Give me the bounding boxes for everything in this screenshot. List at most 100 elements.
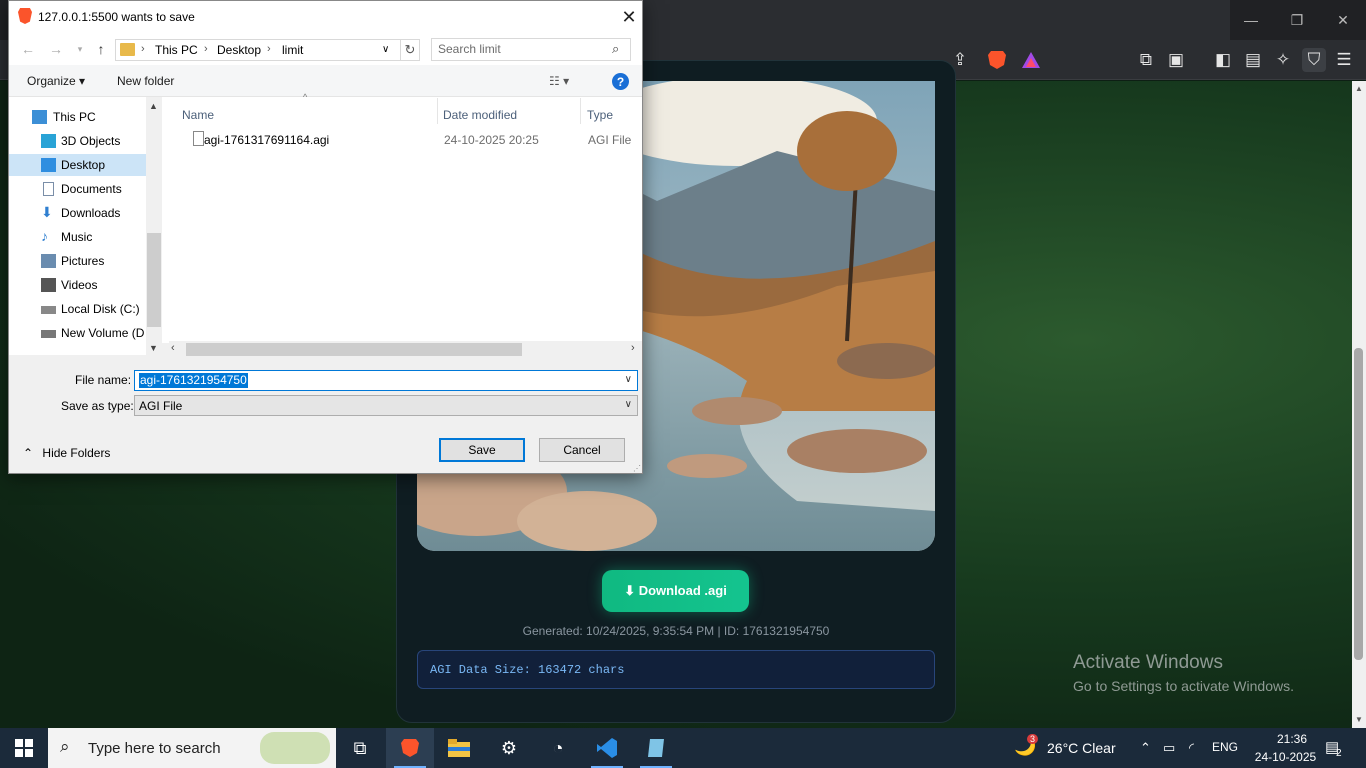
column-header-type[interactable]: Type xyxy=(587,108,613,122)
nav-item-downloads[interactable]: ⬇ Downloads xyxy=(9,202,146,224)
search-icon[interactable]: ⌕ xyxy=(612,41,619,57)
dialog-close-icon[interactable]: ✕ xyxy=(617,5,641,29)
save-as-type-value: AGI File xyxy=(139,399,183,413)
search-icon: ⌕ xyxy=(60,737,70,756)
menu-icon[interactable]: ☰ xyxy=(1332,48,1356,72)
search-box[interactable]: ⌕ xyxy=(431,38,631,61)
address-bar[interactable]: › This PC › Desktop › limit ∨ xyxy=(115,39,402,61)
file-name-label: File name: xyxy=(75,373,132,387)
sidebar-icon[interactable]: ◧ xyxy=(1211,48,1235,72)
nav-item-3d-objects[interactable]: 3D Objects xyxy=(9,130,146,152)
clock-app-icon[interactable]: ◔ xyxy=(534,728,582,768)
wallet-icon[interactable]: ▤ xyxy=(1241,48,1265,72)
save-button[interactable]: Save xyxy=(439,438,525,462)
brave-logo-icon xyxy=(18,8,32,24)
up-arrow-icon[interactable]: ↑ xyxy=(92,40,110,58)
notepad-app-icon[interactable] xyxy=(632,728,680,768)
nav-pane-scrollbar-thumb[interactable] xyxy=(147,233,161,327)
desktop-icon xyxy=(41,158,56,172)
resize-grip-icon[interactable]: ⋰ xyxy=(633,464,641,473)
download-arrow-icon: ⬇ xyxy=(41,204,53,220)
download-agi-button[interactable]: ⬇ Download .agi xyxy=(602,570,749,612)
nav-item-label: Desktop xyxy=(61,158,106,172)
column-divider[interactable] xyxy=(437,98,438,124)
watermark-subtitle: Go to Settings to activate Windows. xyxy=(1073,678,1294,694)
cube-icon xyxy=(41,134,56,148)
taskbar-brave-icon[interactable] xyxy=(386,728,434,768)
file-name-field[interactable]: agi-1761321954750 ∨ xyxy=(134,370,638,391)
settings-gear-icon[interactable]: ⚙ xyxy=(485,728,533,768)
nav-item-music[interactable]: ♪ Music xyxy=(9,226,146,248)
column-header-name[interactable]: Name xyxy=(182,108,214,122)
taskbar-search-box[interactable]: ⌕ Type here to search xyxy=(48,728,336,768)
page-scrollbar-thumb[interactable] xyxy=(1354,348,1363,660)
close-window-button[interactable]: ✕ xyxy=(1320,0,1366,40)
extensions-icon[interactable]: ⧉ xyxy=(1134,48,1158,72)
nav-item-desktop[interactable]: Desktop xyxy=(9,154,146,176)
nav-item-videos[interactable]: Videos xyxy=(9,274,146,296)
command-bar: Organize ▾ New folder ☷ ▾ xyxy=(9,65,642,97)
file-explorer-icon[interactable] xyxy=(435,728,483,768)
new-folder-button[interactable]: New folder xyxy=(117,74,174,88)
column-divider[interactable] xyxy=(580,98,581,124)
hide-folders-toggle[interactable]: ⌃ Hide Folders xyxy=(23,446,110,460)
nav-item-pictures[interactable]: Pictures xyxy=(9,250,146,272)
wifi-icon[interactable]: ◜ xyxy=(1189,740,1194,756)
address-dropdown-chevron-icon[interactable]: ∨ xyxy=(382,44,389,55)
nav-item-label: New Volume (D: xyxy=(61,326,145,340)
column-header-date[interactable]: Date modified xyxy=(443,108,517,122)
breadcrumb-this-pc[interactable]: This PC xyxy=(155,43,198,57)
nav-scroll-up-icon[interactable]: ▲ xyxy=(149,101,158,111)
weather-text[interactable]: 26°C Clear xyxy=(1047,740,1116,756)
save-as-type-chevron-icon[interactable]: ∨ xyxy=(625,399,632,410)
nav-item-new-volume[interactable]: New Volume (D: xyxy=(9,322,146,344)
nav-scroll-down-icon[interactable]: ▼ xyxy=(149,343,158,353)
reader-mode-icon[interactable]: ▣ xyxy=(1164,48,1188,72)
scroll-right-icon[interactable]: › xyxy=(631,342,635,354)
file-row[interactable]: agi-1761317691164.agi 24-10-2025 20:25 A… xyxy=(183,129,642,151)
nav-item-label: Local Disk (C:) xyxy=(61,302,140,316)
forward-arrow-icon[interactable]: → xyxy=(47,40,65,58)
file-list-hscrollbar-thumb[interactable] xyxy=(186,343,522,356)
brave-shields-icon[interactable] xyxy=(985,48,1009,72)
recent-locations-chevron-icon[interactable]: ▾ xyxy=(71,40,89,58)
file-name-dropdown-chevron-icon[interactable]: ∨ xyxy=(625,374,632,385)
view-options-icon[interactable]: ☷ ▾ xyxy=(549,74,569,88)
clock-date[interactable]: 24-10-2025 xyxy=(1248,750,1323,764)
vpn-icon[interactable]: ⛉ xyxy=(1302,48,1326,72)
breadcrumb-desktop[interactable]: Desktop xyxy=(217,43,261,57)
back-arrow-icon[interactable]: ← xyxy=(19,40,37,58)
restore-button[interactable]: ❐ xyxy=(1274,0,1320,40)
music-note-icon: ♪ xyxy=(41,228,48,244)
nav-item-local-disk[interactable]: Local Disk (C:) xyxy=(9,298,146,320)
minimize-button[interactable]: — xyxy=(1228,0,1274,40)
activate-windows-watermark: Activate Windows Go to Settings to activ… xyxy=(1073,652,1294,694)
battery-icon[interactable]: ▭ xyxy=(1163,740,1175,756)
search-highlight-illustration xyxy=(260,732,330,764)
scroll-left-icon[interactable]: ‹ xyxy=(171,342,175,354)
leo-ai-icon[interactable]: ✧ xyxy=(1271,48,1295,72)
browser-tab[interactable] xyxy=(640,0,1230,40)
breadcrumb-limit[interactable]: limit xyxy=(282,43,303,57)
file-name-value[interactable]: agi-1761321954750 xyxy=(139,373,248,388)
help-icon[interactable]: ? xyxy=(612,73,629,90)
brave-rewards-icon[interactable] xyxy=(1019,48,1043,72)
save-as-type-label: Save as type: xyxy=(61,399,134,413)
start-windows-icon[interactable] xyxy=(0,728,48,768)
clock-time[interactable]: 21:36 xyxy=(1262,732,1322,746)
save-as-type-select[interactable]: AGI File ∨ xyxy=(134,395,638,416)
task-view-icon[interactable]: ⧉ xyxy=(336,728,384,768)
agi-data-size: AGI Data Size: 163472 chars xyxy=(417,650,935,689)
scroll-down-arrow-icon[interactable]: ▼ xyxy=(1352,712,1366,726)
cancel-button[interactable]: Cancel xyxy=(539,438,625,462)
nav-item-this-pc[interactable]: This PC xyxy=(9,106,146,128)
vscode-icon[interactable] xyxy=(583,728,631,768)
refresh-icon[interactable]: ↻ xyxy=(400,39,420,61)
nav-item-label: 3D Objects xyxy=(61,134,121,148)
language-indicator[interactable]: ENG xyxy=(1212,740,1238,754)
chevron-up-icon[interactable]: ⌃ xyxy=(1140,740,1151,756)
search-input[interactable] xyxy=(438,42,608,56)
nav-item-documents[interactable]: Documents xyxy=(9,178,146,200)
organize-menu[interactable]: Organize ▾ xyxy=(27,74,85,88)
scroll-up-arrow-icon[interactable]: ▲ xyxy=(1352,81,1366,95)
